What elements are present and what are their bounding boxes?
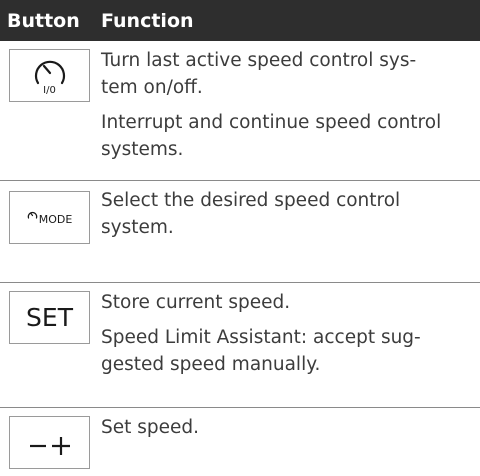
function-text: Speed Limit Assistant: accept sug- geste…	[101, 327, 421, 375]
speed-control-on-off-button[interactable]: I/0	[9, 49, 90, 102]
function-cell: Select the desired speed control system.	[101, 181, 480, 282]
table-row: I/0 Turn last active speed control sys- …	[0, 41, 480, 181]
button-cell: I/0	[0, 41, 101, 180]
function-text: Turn last active speed control sys- tem …	[101, 50, 417, 98]
function-cell: Set speed.	[101, 408, 480, 476]
minus-plus-icon	[29, 436, 70, 455]
mode-label-wrap: MODE	[27, 210, 73, 226]
header-function-column: Function	[101, 9, 194, 32]
button-cell: SET	[0, 283, 101, 407]
speed-adjust-button[interactable]	[9, 416, 90, 469]
speedometer-small-icon	[27, 211, 37, 219]
on-off-label: I/0	[43, 85, 56, 96]
table-row: MODE Select the desired speed control sy…	[0, 181, 480, 283]
button-function-table: Button Function I/0 Turn last active spe…	[0, 0, 480, 476]
table-row: SET Store current speed. Speed Limit Ass…	[0, 283, 480, 408]
mode-label: MODE	[38, 212, 73, 226]
header-button-column: Button	[7, 9, 80, 32]
function-cell: Turn last active speed control sys- tem …	[101, 41, 480, 180]
function-text: Select the desired speed control system.	[101, 190, 401, 238]
function-text: Store current speed.	[101, 292, 291, 313]
table-header: Button Function	[0, 0, 480, 41]
table-row: Set speed.	[0, 408, 480, 476]
set-button[interactable]: SET	[9, 291, 90, 344]
function-text: Interrupt and continue speed control sys…	[101, 112, 442, 160]
button-cell	[0, 408, 101, 476]
function-text: Set speed.	[101, 417, 200, 438]
speed-control-mode-button[interactable]: MODE	[9, 191, 90, 244]
set-label: SET	[26, 303, 73, 332]
button-cell: MODE	[0, 181, 101, 282]
function-cell: Store current speed. Speed Limit Assista…	[101, 283, 480, 407]
